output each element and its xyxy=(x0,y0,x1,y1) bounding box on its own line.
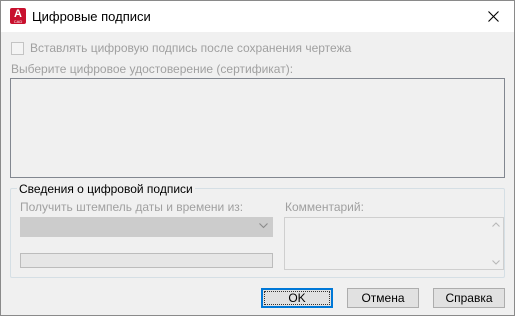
app-icon-caption: CAD xyxy=(13,19,23,24)
help-button-label: Справка xyxy=(445,291,493,305)
certificate-label: Выберите цифровое удостоверение (сертифи… xyxy=(11,62,294,76)
scroll-up-icon[interactable] xyxy=(491,222,500,227)
window-title: Цифровые подписи xyxy=(32,9,151,24)
certificate-list[interactable] xyxy=(10,78,505,178)
comment-scrollbar[interactable] xyxy=(488,218,503,269)
chevron-down-icon xyxy=(259,223,268,229)
close-icon xyxy=(487,10,499,22)
cancel-button[interactable]: Отмена xyxy=(347,288,419,308)
help-button[interactable]: Справка xyxy=(433,288,505,308)
comment-textarea[interactable] xyxy=(284,217,504,270)
attach-signature-checkbox[interactable] xyxy=(11,41,24,55)
title-bar: A CAD Цифровые подписи xyxy=(1,1,514,32)
digital-signatures-dialog: A CAD Цифровые подписи Вставлять цифрову… xyxy=(0,0,515,316)
close-button[interactable] xyxy=(476,3,510,29)
timestamp-source-select[interactable] xyxy=(20,217,273,237)
ok-button[interactable]: OK xyxy=(261,288,333,308)
attach-signature-option[interactable]: Вставлять цифровую подпись после сохране… xyxy=(11,41,351,55)
scroll-down-icon[interactable] xyxy=(491,260,500,265)
signature-info-title: Сведения о цифровой подписи xyxy=(17,182,195,196)
timestamp-source-label: Получить штемпель даты и времени из: xyxy=(20,200,244,214)
cancel-button-label: Отмена xyxy=(361,291,405,305)
comment-label: Комментарий: xyxy=(285,200,364,214)
attach-signature-label: Вставлять цифровую подпись после сохране… xyxy=(30,41,352,55)
timestamp-progress-field xyxy=(20,253,273,268)
ok-focus-ring xyxy=(264,291,330,305)
autocad-app-icon: A CAD xyxy=(10,8,26,24)
